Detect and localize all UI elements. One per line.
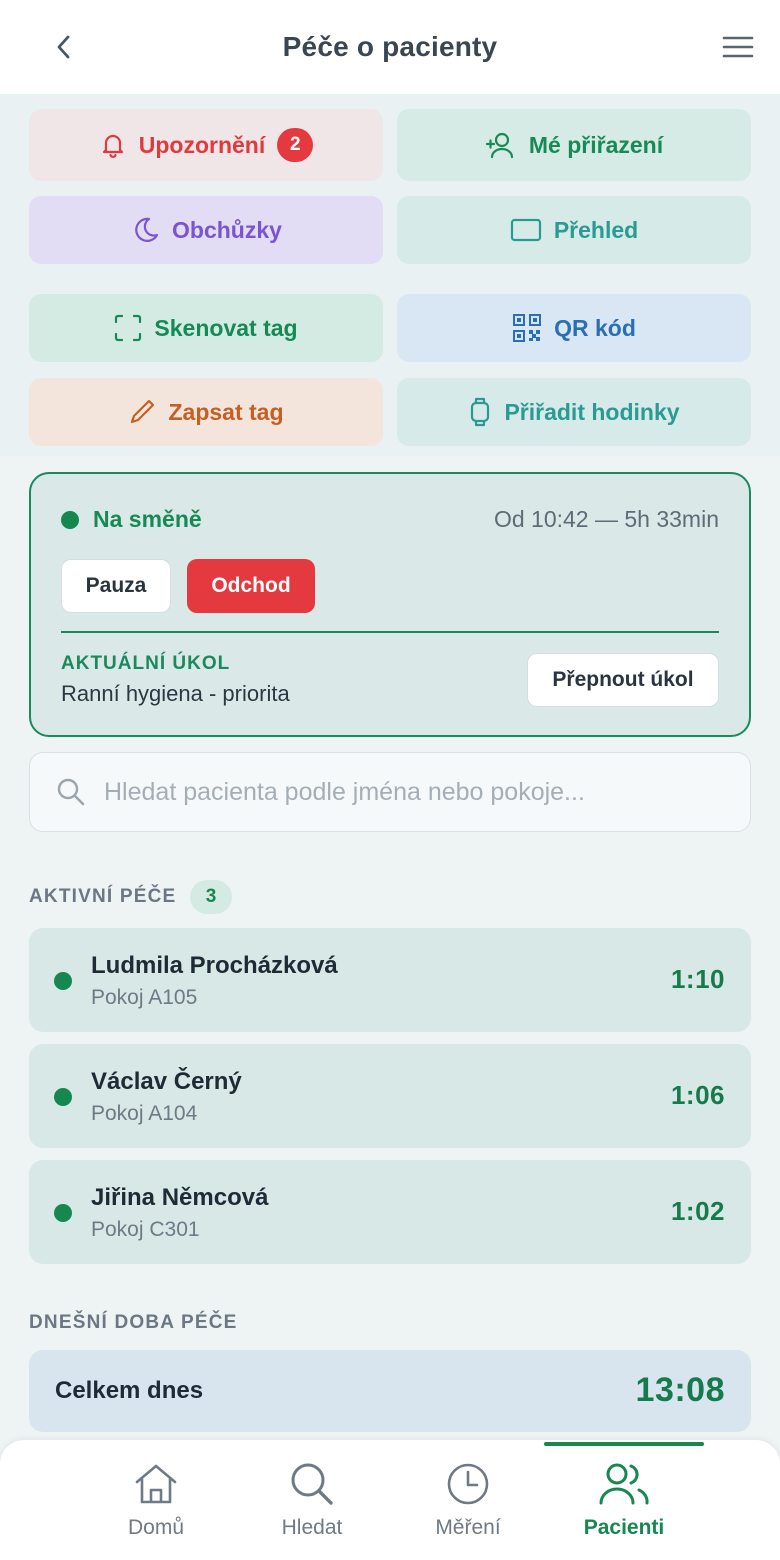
on-shift-dot (61, 510, 79, 529)
rounds-button[interactable]: Obchůzky (29, 196, 383, 264)
nav-item-measurement[interactable]: Měření (388, 1440, 548, 1560)
patient-care-time: 1:10 (670, 964, 725, 994)
active-status-dot (54, 1204, 72, 1222)
alerts-button[interactable]: Upozornění 2 (29, 109, 383, 181)
current-task-name: Ranní hygiena - priorita (61, 681, 290, 706)
scan-tag-label: Skenovat tag (154, 314, 298, 341)
patient-search (29, 752, 751, 832)
scan-frame-icon (115, 314, 142, 342)
menu-button[interactable] (718, 27, 758, 67)
watch-icon (471, 397, 490, 427)
home-icon (135, 1464, 177, 1504)
hamburger-menu-icon (722, 36, 754, 58)
patient-row[interactable]: Jiřina Němcová Pokoj C301 1:02 (29, 1160, 751, 1264)
scan-tag-button[interactable]: Skenovat tag (29, 294, 383, 362)
write-tag-label: Zapsat tag (168, 398, 284, 425)
patient-row[interactable]: Ludmila Procházková Pokoj A105 1:10 (29, 928, 751, 1032)
patient-name: Václav Černý (91, 1068, 242, 1095)
user-plus-icon (485, 132, 513, 159)
write-tag-button[interactable]: Zapsat tag (29, 378, 383, 446)
overview-label: Přehled (553, 216, 639, 243)
search-input[interactable] (104, 777, 704, 807)
patient-room: Pokoj C301 (91, 1218, 200, 1241)
nav-label: Hledat (281, 1516, 343, 1539)
patient-name: Ludmila Procházková (91, 952, 338, 979)
total-today-card: Celkem dnes 13:08 (29, 1350, 751, 1432)
patient-care-screen: Péče o pacienty Upozornění 2 Mé přiřazen… (0, 0, 780, 1560)
rectangle-icon (510, 218, 541, 242)
shift-status: Na směně (61, 506, 202, 533)
leave-button[interactable]: Odchod (187, 559, 315, 613)
shift-card: Na směně Od 10:42 — 5h 33min Pauza Odcho… (29, 472, 751, 737)
today-care-heading: DNEŠNÍ DOBA PÉČE (29, 1312, 238, 1333)
active-status-dot (54, 1088, 72, 1106)
nav-item-patients[interactable]: Pacienti (544, 1440, 704, 1560)
alerts-label: Upozornění (138, 131, 266, 158)
back-button[interactable] (44, 27, 84, 67)
switch-task-button[interactable]: Přepnout úkol (527, 653, 719, 707)
my-assignments-button[interactable]: Mé přiřazení (397, 109, 751, 181)
my-assignments-label: Mé přiřazení (528, 131, 664, 158)
bottom-navigation: Domů Hledat Měření Pacienti (0, 1440, 780, 1560)
nav-label: Domů (127, 1516, 185, 1539)
clock-icon (447, 1463, 489, 1505)
active-status-dot (54, 972, 72, 990)
total-today-label: Celkem dnes (55, 1377, 204, 1404)
rounds-label: Obchůzky (172, 216, 282, 243)
nav-label: Měření (435, 1516, 501, 1539)
pencil-icon (131, 399, 155, 424)
patient-care-time: 1:06 (670, 1080, 725, 1110)
app-header: Péče o pacienty (0, 0, 780, 94)
patient-care-time: 1:02 (670, 1196, 725, 1226)
alerts-count-badge: 2 (277, 128, 314, 162)
shift-divider (61, 631, 719, 633)
pause-button[interactable]: Pauza (61, 559, 171, 613)
qr-code-icon (513, 314, 542, 342)
page-title: Péče o pacienty (282, 31, 498, 62)
shift-status-label: Na směně (93, 506, 202, 532)
nav-item-home[interactable]: Domů (76, 1440, 236, 1560)
total-today-value: 13:08 (635, 1371, 725, 1409)
active-care-count-badge: 3 (190, 880, 232, 914)
current-task-caption: AKTUÁLNÍ ÚKOL (61, 653, 231, 674)
chevron-left-icon (57, 35, 70, 59)
moon-icon (135, 217, 159, 242)
shift-duration: Od 10:42 — 5h 33min (493, 506, 719, 532)
patient-room: Pokoj A105 (91, 986, 198, 1009)
patient-row[interactable]: Václav Černý Pokoj A104 1:06 (29, 1044, 751, 1148)
assign-watch-button[interactable]: Přiřadit hodinky (397, 378, 751, 446)
search-icon (57, 778, 85, 806)
users-icon (599, 1463, 649, 1505)
bell-icon (102, 134, 123, 158)
overview-button[interactable]: Přehled (397, 196, 751, 264)
active-care-heading: AKTIVNÍ PÉČE (29, 886, 177, 907)
qr-code-button[interactable]: QR kód (397, 294, 751, 362)
qr-code-label: QR kód (554, 314, 636, 341)
assign-watch-label: Přiřadit hodinky (504, 398, 680, 425)
nav-label: Pacienti (583, 1516, 665, 1539)
quick-actions: Upozornění 2 Mé přiřazení Obchůzky Přehl… (0, 94, 780, 456)
patient-name: Jiřina Němcová (91, 1184, 269, 1211)
nav-item-search[interactable]: Hledat (232, 1440, 392, 1560)
patient-room: Pokoj A104 (91, 1102, 198, 1125)
search-icon (291, 1463, 333, 1505)
